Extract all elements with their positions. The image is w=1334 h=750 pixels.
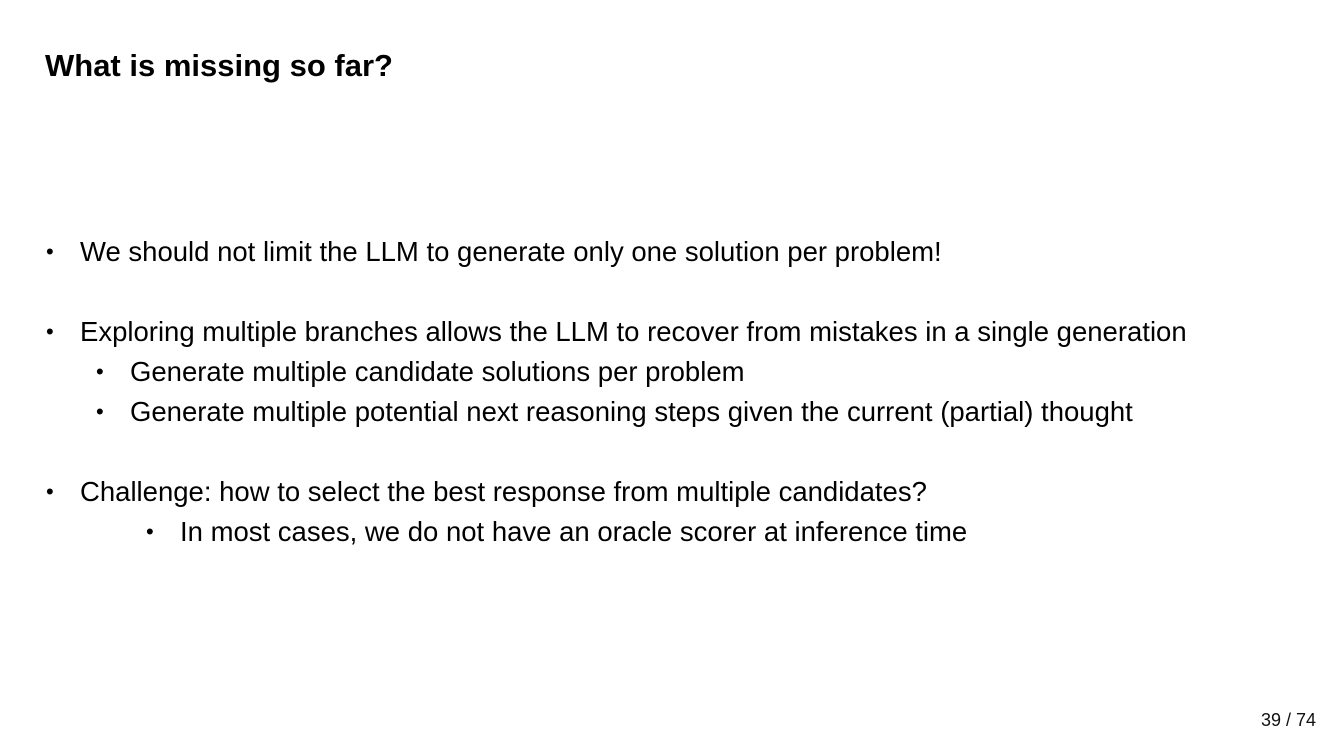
page-number: 39 / 74 xyxy=(1260,710,1316,730)
bullet-text: We should not limit the LLM to generate … xyxy=(80,236,942,267)
bullet-list: • We should not limit the LLM to generat… xyxy=(0,0,1334,750)
bullet-text: Generate multiple candidate solutions pe… xyxy=(130,356,745,387)
bullet-text: Generate multiple potential next reasoni… xyxy=(130,396,1133,427)
bullet-dot-icon: • xyxy=(96,359,104,384)
bullet-dot-icon: • xyxy=(96,399,104,424)
bullet-dot-icon: • xyxy=(46,479,54,504)
bullet-dot-icon: • xyxy=(46,239,54,264)
bullet-dot-icon: • xyxy=(146,519,154,544)
bullet-text: Challenge: how to select the best respon… xyxy=(80,476,927,507)
bullet-dot-icon: • xyxy=(46,319,54,344)
bullet-text: Exploring multiple branches allows the L… xyxy=(80,316,1187,347)
bullet-text: In most cases, we do not have an oracle … xyxy=(180,516,968,547)
